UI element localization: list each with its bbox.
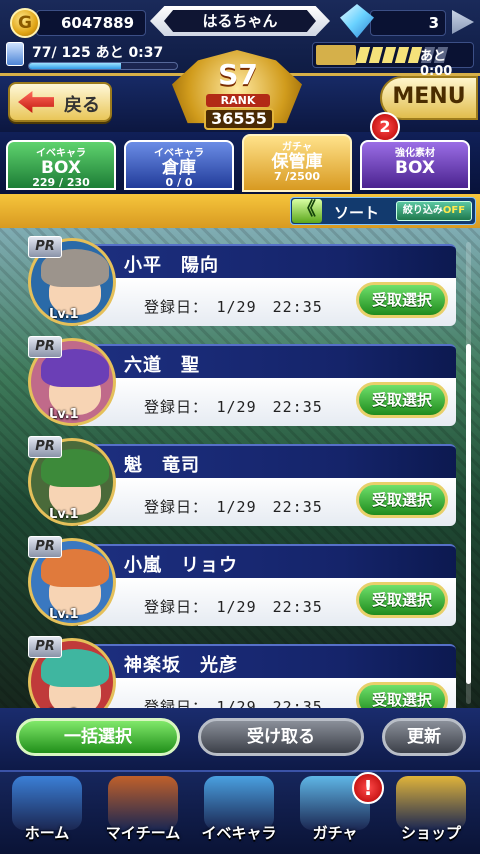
select-all-button[interactable]: 一括選択 [16,718,180,756]
ticket-timer: あと 0:00 [420,49,453,79]
character-name: 六道 聖 [124,355,200,376]
tab-line2: BOX [395,158,435,178]
receive-select-button[interactable]: 受取選択 [356,282,448,318]
refresh-button[interactable]: 更新 [382,718,466,756]
nav-item[interactable]: マイチーム [98,776,188,850]
chevron-left-icon[interactable]: 《 [292,199,322,223]
card-body: 登録日： 1/29 22:35 受取選択 [78,678,456,708]
card-header: 六道 聖 [78,344,456,378]
registration-date: 登録日： 1/29 22:35 [144,498,323,516]
registration-date: 登録日： 1/29 22:35 [144,398,323,416]
tab-gacha-vault[interactable]: ガチャ 保管庫 7 /2500 [242,134,352,192]
card-header: 小平 陽向 [78,244,456,278]
scrollbar-thumb[interactable] [466,344,471,684]
list-item[interactable]: 小平 陽向 登録日： 1/29 22:35 受取選択 Lv.1 PR [28,236,456,328]
ticket-icon [316,45,356,65]
gem-count: 3 [370,10,446,36]
stamina-bar [28,62,178,70]
card-body: 登録日： 1/29 22:35 受取選択 [78,378,456,426]
tab-line2: 保管庫 [271,152,323,172]
nav-label: マイチーム [105,824,181,842]
tab-count: 7 /2500 [273,170,321,183]
receive-select-button[interactable]: 受取選択 [356,682,448,708]
level-label: Lv.1 [49,307,79,322]
nav-label: ホーム [24,824,70,842]
receive-button[interactable]: 受け取る [198,718,364,756]
tab-line1: イベキャラ [154,148,204,159]
level-label: Lv.1 [49,507,79,522]
rank-grade: S7 [218,58,258,91]
card-header: 小嵐 リョウ [78,544,456,578]
tab-line2: BOX [41,158,81,178]
pr-badge: PR [28,436,62,458]
tab-line2: 倉庫 [162,158,196,178]
alert-icon: ! [352,772,384,804]
pr-badge: PR [28,336,62,358]
character-name: 魁 竜司 [124,455,200,476]
stamina-icon [6,42,24,66]
registration-date: 登録日： 1/29 22:35 [144,698,323,708]
receive-select-button[interactable]: 受取選択 [356,582,448,618]
level-label: Lv.1 [49,607,79,622]
rank-word: RANK [206,94,270,107]
registration-date: 登録日： 1/29 22:35 [144,598,323,616]
pr-badge: PR [28,536,62,558]
nav-label: ガチャ [312,824,358,842]
tab-material-box[interactable]: 強化素材 BOX [360,140,470,190]
nav-label: ショップ [400,824,461,842]
receive-select-button[interactable]: 受取選択 [356,382,448,418]
tab-event-chara-storage[interactable]: イベキャラ 倉庫 0 / 0 [124,140,234,190]
character-name: 神楽坂 光彦 [124,655,238,676]
pr-badge: PR [28,236,62,258]
stamina-fill [29,63,121,69]
ticket-bar [368,47,384,63]
card-body: 登録日： 1/29 22:35 受取選択 [78,578,456,626]
nav-item[interactable]: ショップ [386,776,476,850]
ticket-bar [355,47,371,63]
tab-count: 0 / 0 [165,176,193,189]
card-header: 魁 竜司 [78,444,456,478]
character-name: 小平 陽向 [124,255,219,276]
stamina-text: 77/ 125 あと 0:37 [32,45,164,61]
card-header: 神楽坂 光彦 [78,644,456,678]
list-item[interactable]: 小嵐 リョウ 登録日： 1/29 22:35 受取選択 Lv.1 PR [28,536,456,628]
notification-badge: 2 [370,112,400,142]
filter-button[interactable]: 絞り込みOFF [396,201,472,221]
nav-label: イベキャラ [201,824,277,842]
filter-label: 絞り込み [402,205,443,216]
tab-line1: 強化素材 [395,148,435,159]
ticket-bar [381,47,397,63]
back-label: 戻る [64,95,100,116]
tab-event-chara-box[interactable]: イベキャラ BOX 229 / 230 [6,140,116,190]
list-item[interactable]: 六道 聖 登録日： 1/29 22:35 受取選択 Lv.1 PR [28,336,456,428]
ticket-bar [394,47,410,63]
rank-points: 36555 [204,108,274,130]
filter-state: OFF [442,205,466,216]
menu-button[interactable]: MENU [380,76,478,120]
tab-count: 229 / 230 [32,176,90,189]
nav-item[interactable]: ホーム [2,776,92,850]
pr-badge: PR [28,636,62,658]
level-label: Lv.1 [49,407,79,422]
character-name: 小嵐 リョウ [124,555,238,576]
coin-count: 6047889 [36,10,146,36]
tab-line1: ガチャ [282,142,312,153]
nav-item[interactable]: イベキャラ [194,776,284,850]
sort-button[interactable]: ソート [334,202,379,223]
back-button[interactable]: 戻る [8,82,112,122]
character-list[interactable]: 小平 陽向 登録日： 1/29 22:35 受取選択 Lv.1 PR 六道 聖 … [0,230,480,708]
coin-icon: G [10,8,40,38]
card-body: 登録日： 1/29 22:35 受取選択 [78,478,456,526]
player-name[interactable]: はるちゃん [164,10,316,32]
card-body: 登録日： 1/29 22:35 受取選択 [78,278,456,326]
list-item[interactable]: 魁 竜司 登録日： 1/29 22:35 受取選択 Lv.1 PR [28,436,456,528]
tab-line1: イベキャラ [36,148,86,159]
list-item[interactable]: 神楽坂 光彦 登録日： 1/29 22:35 受取選択 Lv.1 PR [28,636,456,708]
back-arrow-icon [18,91,54,113]
registration-date: 登録日： 1/29 22:35 [144,298,323,316]
receive-select-button[interactable]: 受取選択 [356,482,448,518]
